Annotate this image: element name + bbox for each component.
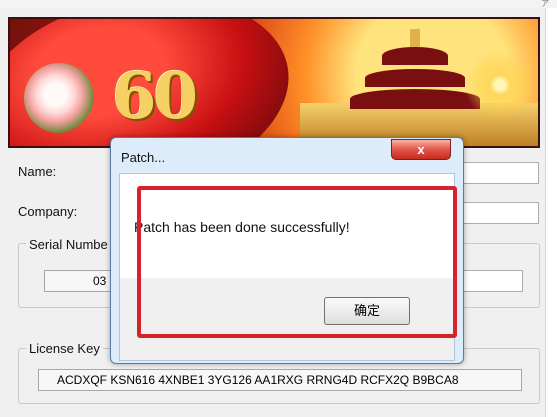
temple-roof-lower	[350, 89, 480, 109]
banner-number: 60	[112, 59, 198, 134]
company-input[interactable]	[462, 202, 539, 224]
temple-roof-middle	[365, 69, 465, 87]
temple-roof-upper	[382, 47, 448, 65]
peony-flower	[24, 63, 94, 133]
license-key-label: License Key	[26, 341, 103, 356]
banner-image: 60	[8, 17, 540, 148]
close-button[interactable]: x	[391, 139, 451, 160]
company-label: Company:	[18, 204, 78, 219]
firework-burst	[464, 49, 536, 121]
license-key-field[interactable]: ACDXQF KSN616 4XNBE1 3YG126 AA1RXG RRNG4…	[38, 369, 522, 391]
top-strip	[0, 0, 557, 8]
dialog-title: Patch...	[121, 150, 166, 165]
serial-number-field-2[interactable]	[462, 270, 523, 292]
serial-number-label: Serial Numbe	[26, 237, 111, 252]
temple-spire	[410, 29, 420, 47]
name-label: Name:	[18, 164, 57, 179]
name-input[interactable]	[462, 162, 539, 184]
highlight-box	[137, 186, 457, 338]
